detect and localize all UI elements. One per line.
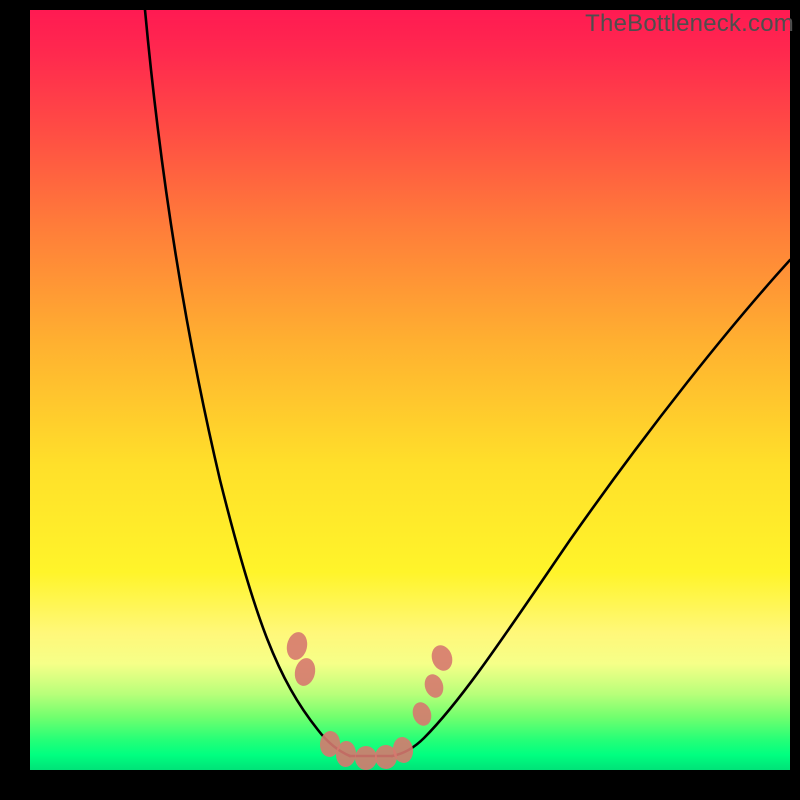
marker-floor-3 [355,746,377,770]
marker-left-upper [284,630,309,662]
marker-group [284,630,455,770]
marker-left-lower [292,656,317,688]
chart-plot-area [30,10,790,770]
left-curve [145,10,350,756]
marker-right-lower [410,700,435,728]
marker-right-mid [422,672,447,700]
watermark-text: TheBottleneck.com [585,10,794,38]
chart-svg [30,10,790,770]
curve-group [145,10,790,756]
right-curve [392,260,790,756]
marker-right-upper [428,643,455,674]
